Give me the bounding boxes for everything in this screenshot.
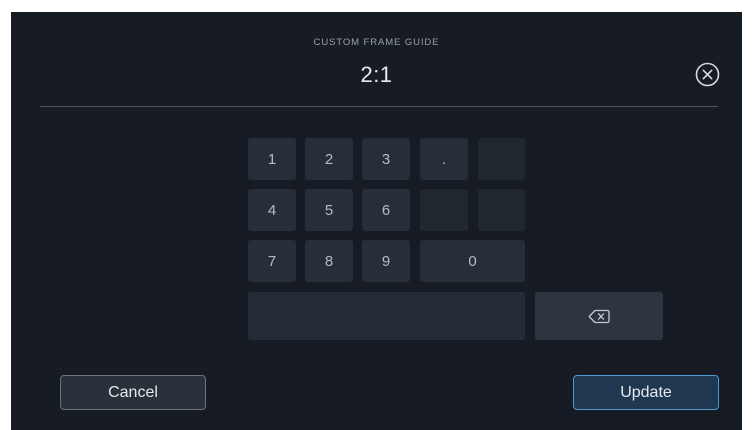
key-decimal[interactable]: . [420, 138, 468, 180]
key-1[interactable]: 1 [248, 138, 296, 180]
custom-frame-guide-dialog: CUSTOM FRAME GUIDE 2:1 1 2 3 . 4 5 6 7 8… [11, 12, 742, 430]
key-2[interactable]: 2 [305, 138, 353, 180]
key-disabled [420, 189, 468, 231]
key-3[interactable]: 3 [362, 138, 410, 180]
key-disabled [478, 138, 525, 180]
key-disabled [478, 189, 525, 231]
close-circle-icon [695, 62, 720, 87]
backspace-icon [588, 309, 610, 323]
header-divider [40, 106, 718, 107]
dialog-title: CUSTOM FRAME GUIDE [313, 37, 440, 48]
key-8[interactable]: 8 [305, 240, 353, 282]
key-6[interactable]: 6 [362, 189, 410, 231]
close-button[interactable] [695, 62, 720, 87]
key-4[interactable]: 4 [248, 189, 296, 231]
key-5[interactable]: 5 [305, 189, 353, 231]
key-9[interactable]: 9 [362, 240, 410, 282]
backspace-button[interactable] [535, 292, 663, 340]
key-space[interactable] [248, 292, 525, 340]
cancel-button[interactable]: Cancel [60, 375, 206, 410]
update-button[interactable]: Update [573, 375, 719, 410]
key-7[interactable]: 7 [248, 240, 296, 282]
ratio-value-display: 2:1 [360, 62, 393, 87]
key-0[interactable]: 0 [420, 240, 525, 282]
